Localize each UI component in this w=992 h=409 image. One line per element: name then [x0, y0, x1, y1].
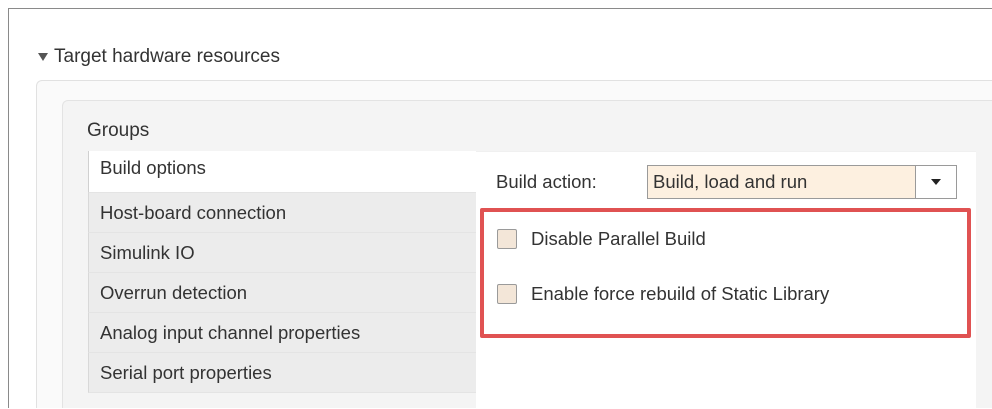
- build-action-value: Build, load and run: [653, 171, 808, 192]
- chevron-down-icon: [931, 179, 941, 185]
- enable-force-rebuild-checkbox[interactable]: [497, 284, 517, 304]
- dropdown-arrow-button[interactable]: [915, 166, 956, 198]
- build-action-label: Build action:: [496, 171, 597, 192]
- group-item-simulink-io[interactable]: Simulink IO: [88, 233, 476, 273]
- section-toggle-target-hardware-resources[interactable]: Target hardware resources: [38, 46, 280, 68]
- collapse-triangle-icon: [38, 53, 48, 61]
- section-title: Target hardware resources: [54, 46, 280, 67]
- group-item-host-board-connection[interactable]: Host-board connection: [88, 193, 476, 233]
- disable-parallel-build-checkbox[interactable]: [497, 229, 517, 249]
- group-item-build-options[interactable]: Build options: [88, 151, 476, 193]
- enable-force-rebuild-label: Enable force rebuild of Static Library: [531, 283, 830, 304]
- group-list: Build options Host-board connection Simu…: [88, 151, 476, 393]
- disable-parallel-build-option[interactable]: Disable Parallel Build: [497, 228, 706, 250]
- group-item-overrun-detection[interactable]: Overrun detection: [88, 273, 476, 313]
- group-item-serial-port-properties[interactable]: Serial port properties: [88, 353, 476, 393]
- build-action-dropdown[interactable]: Build, load and run: [647, 165, 957, 199]
- group-item-analog-input-channel-properties[interactable]: Analog input channel properties: [88, 313, 476, 353]
- enable-force-rebuild-option[interactable]: Enable force rebuild of Static Library: [497, 283, 829, 305]
- disable-parallel-build-label: Disable Parallel Build: [531, 228, 706, 249]
- groups-label: Groups: [87, 120, 150, 141]
